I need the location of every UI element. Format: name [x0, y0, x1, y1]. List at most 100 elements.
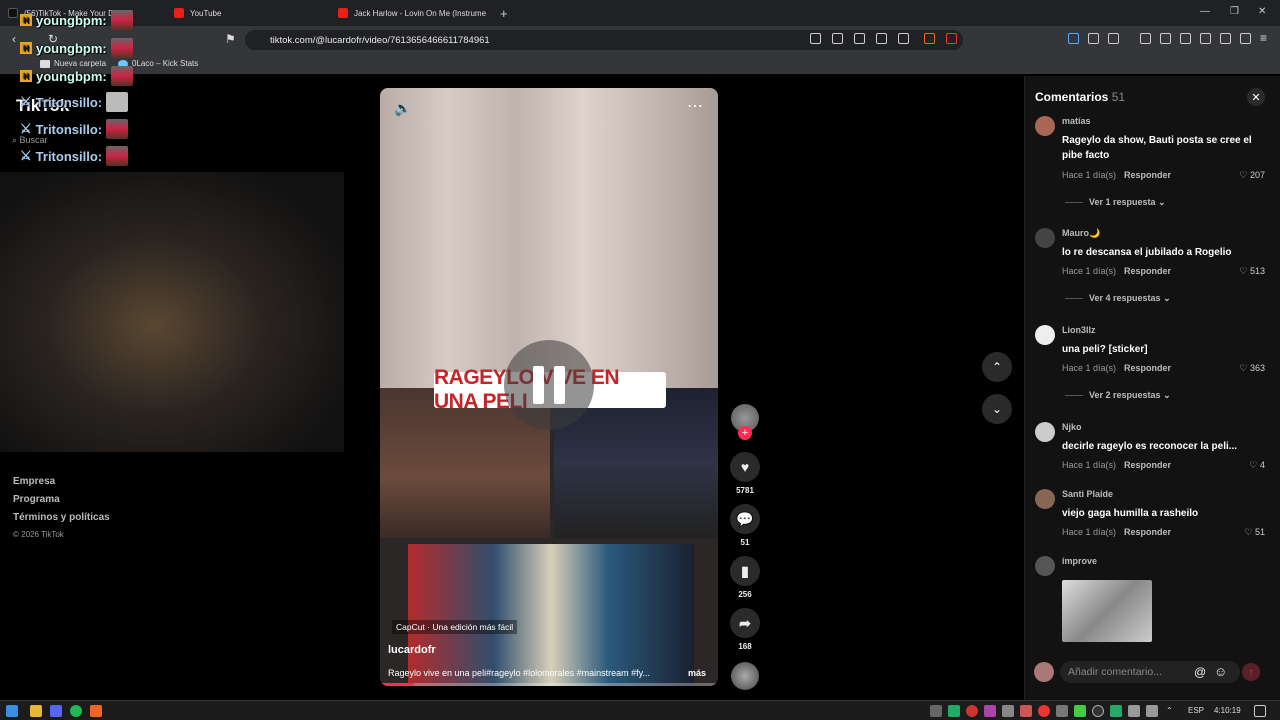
tab-jack-harlow[interactable]: Jack Harlow - Lovin On Me (Instrume: [338, 3, 493, 23]
bookmark-icon[interactable]: ⚑: [225, 32, 236, 46]
avatar[interactable]: [1035, 556, 1055, 576]
reply-button[interactable]: Responder: [1124, 363, 1171, 373]
tray-icon[interactable]: [1092, 705, 1104, 717]
tray-icon[interactable]: [1110, 705, 1122, 717]
tray-icon[interactable]: [1002, 705, 1014, 717]
shield-icon[interactable]: [1240, 33, 1251, 44]
more-link[interactable]: más: [688, 668, 706, 678]
volume-icon[interactable]: 🔊: [394, 100, 411, 117]
comment-user[interactable]: Mauro🌙: [1062, 228, 1100, 239]
avatar[interactable]: [1035, 116, 1055, 136]
tray-icon[interactable]: [966, 705, 978, 717]
comment-user[interactable]: matías: [1062, 116, 1091, 126]
avatar[interactable]: [1035, 489, 1055, 509]
windows-start-icon[interactable]: [6, 705, 18, 717]
view-replies-button[interactable]: Ver 1 respuesta ⌄: [1065, 197, 1166, 208]
tray-icon[interactable]: [1074, 705, 1086, 717]
video-author[interactable]: lucardofr: [388, 644, 436, 656]
avatar[interactable]: [1035, 325, 1055, 345]
notification-icon[interactable]: [1254, 705, 1266, 717]
tray-icon[interactable]: [930, 705, 942, 717]
ai-icon[interactable]: [1220, 33, 1231, 44]
video-player[interactable]: RAGEYLO VIVE EN UNA PELI 🔊 ⋯ CapCut · Un…: [380, 88, 718, 686]
comment-user[interactable]: Lion3llz: [1062, 325, 1096, 335]
comment-likes[interactable]: ♡ 207: [1239, 170, 1265, 181]
pause-icon: [533, 366, 544, 404]
speaker-icon[interactable]: [1146, 705, 1158, 717]
rewards-icon[interactable]: [946, 33, 957, 44]
panel-icon[interactable]: [1180, 33, 1191, 44]
comment-button[interactable]: 💬 51: [730, 504, 760, 547]
music-disc-icon[interactable]: [731, 662, 759, 690]
share-button[interactable]: ➦ 168: [730, 608, 760, 651]
music-icon[interactable]: [1160, 33, 1171, 44]
chat-user: youngbpm:: [36, 68, 107, 84]
capcut-label[interactable]: CapCut · Una edición más fácil: [392, 620, 518, 634]
comment-likes[interactable]: ♡ 51: [1244, 527, 1265, 538]
brave-icon[interactable]: [924, 33, 935, 44]
tray-icon[interactable]: [948, 705, 960, 717]
tab-youtube[interactable]: YouTube: [174, 3, 329, 23]
footer-link-terminos[interactable]: Términos y políticas: [13, 512, 110, 523]
clock[interactable]: 4:10:19: [1214, 706, 1241, 715]
comment-likes[interactable]: ♡ 513: [1239, 266, 1265, 277]
comment-user[interactable]: Santi Plaide: [1062, 489, 1113, 499]
back-icon[interactable]: ‹: [12, 32, 16, 46]
comment-user[interactable]: improve: [1062, 556, 1097, 566]
key-icon[interactable]: [876, 33, 887, 44]
more-icon[interactable]: ⋯: [687, 96, 704, 116]
language-indicator[interactable]: ESP: [1188, 706, 1204, 715]
download-icon[interactable]: [1140, 33, 1151, 44]
tray-icon[interactable]: [1020, 705, 1032, 717]
reply-button[interactable]: Responder: [1124, 527, 1171, 537]
reply-button[interactable]: Responder: [1124, 460, 1171, 470]
video-progress[interactable]: [380, 683, 718, 686]
pause-button[interactable]: [504, 340, 594, 430]
view-replies-button[interactable]: Ver 4 respuestas ⌄: [1065, 293, 1171, 304]
chevron-up-icon[interactable]: ⌃: [1166, 706, 1173, 715]
microphone-icon[interactable]: [1128, 705, 1140, 717]
menu-icon[interactable]: ≡: [1260, 31, 1267, 45]
mention-icon[interactable]: @: [1194, 665, 1206, 679]
translate-icon[interactable]: [832, 33, 843, 44]
reply-button[interactable]: Responder: [1124, 170, 1171, 180]
view-replies-button[interactable]: Ver 2 respuestas ⌄: [1065, 390, 1171, 401]
puzzle-icon[interactable]: [1088, 33, 1099, 44]
send-button[interactable]: ↑: [1242, 663, 1260, 681]
tray-icon[interactable]: [1056, 705, 1068, 717]
brave-taskbar-icon[interactable]: [90, 705, 102, 717]
new-tab-button[interactable]: +: [500, 6, 508, 21]
comment-input[interactable]: Añadir comentario...: [1060, 661, 1240, 683]
wallet-icon[interactable]: [1200, 33, 1211, 44]
audio-icon[interactable]: [1068, 33, 1079, 44]
like-button[interactable]: ♥ 5781: [730, 452, 760, 495]
extension-icon[interactable]: [810, 33, 821, 44]
close-window-button[interactable]: ✕: [1258, 6, 1266, 17]
share-icon[interactable]: [898, 33, 909, 44]
tray-icon[interactable]: [1038, 705, 1050, 717]
avatar[interactable]: [1035, 228, 1055, 248]
emoji-icon[interactable]: ☺: [1214, 664, 1227, 679]
tray-icon[interactable]: [984, 705, 996, 717]
restore-button[interactable]: ❐: [1230, 6, 1239, 17]
follow-plus-icon[interactable]: +: [738, 426, 752, 440]
close-comments-button[interactable]: ✕: [1247, 88, 1265, 106]
minimize-button[interactable]: —: [1200, 6, 1210, 17]
avatar[interactable]: [1035, 422, 1055, 442]
comment-user[interactable]: Njko: [1062, 422, 1082, 432]
discord-icon[interactable]: [50, 705, 62, 717]
sidebar-icon[interactable]: [1108, 33, 1119, 44]
footer-link-empresa[interactable]: Empresa: [13, 476, 55, 487]
next-video-button[interactable]: ⌄: [982, 394, 1012, 424]
save-button[interactable]: ▮ 256: [730, 556, 760, 599]
footer-link-programa[interactable]: Programa: [13, 494, 60, 505]
spotify-icon[interactable]: [70, 705, 82, 717]
comment-likes[interactable]: ♡ 363: [1239, 363, 1265, 374]
comment-likes[interactable]: ♡ 4: [1249, 460, 1265, 471]
reply-button[interactable]: Responder: [1124, 266, 1171, 276]
bookmarks-bar: Nueva carpeta 0Laco – Kick Stats: [0, 54, 1280, 74]
file-explorer-icon[interactable]: [30, 705, 42, 717]
cast-icon[interactable]: [854, 33, 865, 44]
comment-meta: Hace 1 día(s) Responder: [1062, 363, 1171, 373]
previous-video-button[interactable]: ⌃: [982, 352, 1012, 382]
